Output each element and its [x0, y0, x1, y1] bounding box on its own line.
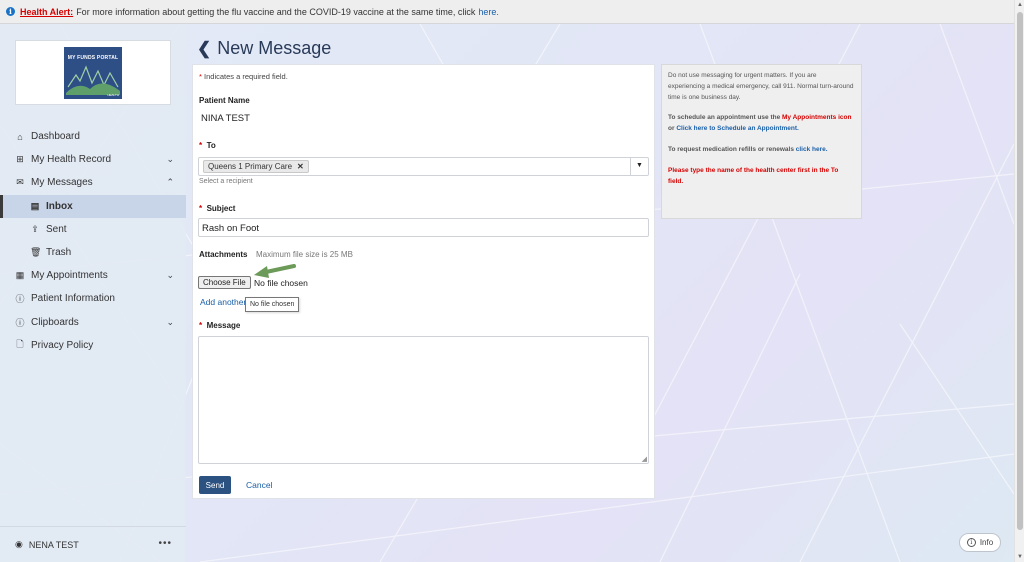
- patient-name-label: Patient Name: [199, 96, 250, 105]
- new-message-form: * Indicates a required field. Patient Na…: [192, 64, 655, 499]
- recipient-hint: Select a recipient: [199, 178, 253, 185]
- trash-icon: 🗑: [30, 247, 42, 258]
- sidebar-item-clipboards[interactable]: ⓘ Clipboards ⌄: [0, 311, 186, 334]
- document-icon: 🗋: [16, 339, 24, 350]
- file-tooltip: No file chosen: [245, 297, 300, 312]
- scroll-down-icon[interactable]: ▼: [1015, 552, 1024, 562]
- patient-name-value: NINA TEST: [201, 113, 250, 124]
- send-button[interactable]: Send: [199, 476, 231, 494]
- info-refill-note: To request medication refills or renewal…: [668, 145, 828, 153]
- refill-link[interactable]: click here.: [796, 146, 828, 153]
- info-urgent-note: Do not use messaging for urgent matters.…: [668, 72, 854, 101]
- required-note: * Indicates a required field.: [199, 72, 288, 81]
- chevron-down-icon[interactable]: ⌄: [166, 154, 174, 165]
- user-icon: ◉: [15, 539, 23, 549]
- message-textarea[interactable]: ◢: [198, 336, 649, 464]
- alert-title[interactable]: Health Alert:: [20, 7, 73, 17]
- sidebar: MY FUNDS PORTAL HEALTH ⌂ Dashboard ⊞ My …: [0, 24, 186, 562]
- sidebar-item-label: Dashboard: [31, 131, 80, 143]
- alert-link[interactable]: here.: [478, 7, 499, 17]
- to-label: * To: [199, 141, 216, 150]
- sidebar-item-label: Trash: [46, 247, 72, 259]
- health-record-icon: ⊞: [16, 154, 24, 165]
- messaging-info-panel: Do not use messaging for urgent matters.…: [661, 64, 862, 219]
- sidebar-item-patient-information[interactable]: ⓘ Patient Information: [0, 287, 186, 310]
- sidebar-item-label: Privacy Policy: [31, 339, 94, 351]
- back-chevron-icon[interactable]: ❮: [197, 39, 211, 59]
- sent-icon: ⇪: [31, 223, 39, 234]
- sidebar-item-label: My Health Record: [31, 154, 112, 166]
- sidebar-item-label: My Appointments: [31, 270, 108, 282]
- sidebar-item-dashboard[interactable]: ⌂ Dashboard: [0, 125, 186, 148]
- chevron-down-icon[interactable]: ⌄: [166, 270, 174, 281]
- sidebar-item-label: Patient Information: [31, 293, 115, 305]
- sidebar-item-inbox[interactable]: ▤ Inbox: [0, 194, 186, 218]
- page-title: ❮ New Message: [197, 38, 332, 59]
- schedule-appointment-link[interactable]: Click here to Schedule an Appointment.: [676, 125, 799, 132]
- more-options-icon[interactable]: •••: [158, 538, 172, 549]
- sidebar-item-label: Sent: [46, 223, 67, 235]
- scroll-up-icon[interactable]: ▲: [1015, 0, 1024, 10]
- attachments-hint: Maximum file size is 25 MB: [256, 250, 353, 259]
- home-icon: ⌂: [17, 131, 23, 142]
- page-scrollbar[interactable]: ▲ ▼: [1014, 0, 1024, 562]
- sidebar-item-health-record[interactable]: ⊞ My Health Record ⌄: [0, 148, 186, 171]
- remove-chip-icon[interactable]: ✕: [297, 162, 304, 171]
- info-icon: i: [6, 7, 15, 16]
- logo-card[interactable]: MY FUNDS PORTAL HEALTH: [15, 40, 171, 105]
- sidebar-item-sent[interactable]: ⇪ Sent: [0, 218, 186, 241]
- sidebar-item-label: My Messages: [31, 177, 93, 189]
- user-menu[interactable]: ◉ NENA TEST •••: [0, 526, 186, 562]
- cancel-button[interactable]: Cancel: [246, 480, 272, 490]
- alert-text: For more information about getting the f…: [76, 6, 476, 17]
- info-circle-icon: ⓘ: [15, 294, 25, 305]
- sidebar-item-messages[interactable]: ✉ My Messages ⌃: [0, 171, 186, 194]
- sidebar-nav: ⌂ Dashboard ⊞ My Health Record ⌄ ✉ My Me…: [0, 125, 186, 357]
- my-appointments-link[interactable]: My Appointments icon: [782, 114, 851, 121]
- info-health-center-note: Please type the name of the health cente…: [668, 166, 839, 185]
- clipboard-icon: ⓘ: [15, 317, 25, 328]
- recipient-chip: Queens 1 Primary Care ✕: [203, 160, 309, 173]
- chevron-up-icon[interactable]: ⌃: [166, 177, 174, 188]
- add-another-link[interactable]: Add another: [200, 297, 246, 307]
- scrollbar-thumb[interactable]: [1017, 12, 1023, 530]
- sidebar-item-label: Inbox: [46, 200, 73, 212]
- envelope-icon: ✉: [16, 177, 24, 188]
- attachments-label: Attachments: [199, 250, 248, 259]
- subject-label: * Subject: [199, 204, 236, 213]
- portal-logo: MY FUNDS PORTAL HEALTH: [64, 47, 122, 99]
- subject-value: Rash on Foot: [202, 223, 260, 234]
- info-schedule-note: To schedule an appointment use the My Ap…: [668, 114, 852, 133]
- choose-file-button[interactable]: Choose File: [198, 276, 251, 289]
- resize-grip-icon[interactable]: ◢: [642, 455, 647, 463]
- sidebar-item-privacy-policy[interactable]: 🗋 Privacy Policy: [0, 334, 186, 357]
- subject-input[interactable]: Rash on Foot: [198, 218, 649, 237]
- calendar-icon: ▦: [15, 270, 25, 281]
- dropdown-arrow-icon[interactable]: ▼: [630, 158, 648, 175]
- message-label: * Message: [199, 321, 241, 330]
- annotation-arrow-icon: [254, 264, 296, 278]
- info-icon: i: [966, 538, 976, 547]
- user-name: NENA TEST: [28, 539, 79, 550]
- chevron-down-icon[interactable]: ⌄: [166, 317, 174, 328]
- sidebar-item-trash[interactable]: 🗑 Trash: [0, 241, 186, 264]
- health-alert-bar: i Health Alert: For more information abo…: [0, 0, 1014, 24]
- sidebar-item-label: Clipboards: [31, 316, 79, 328]
- info-button[interactable]: i Info: [959, 533, 1001, 552]
- sidebar-item-appointments[interactable]: ▦ My Appointments ⌄: [0, 264, 186, 287]
- recipient-select[interactable]: Queens 1 Primary Care ✕ ▼: [198, 157, 649, 176]
- inbox-icon: ▤: [30, 200, 40, 211]
